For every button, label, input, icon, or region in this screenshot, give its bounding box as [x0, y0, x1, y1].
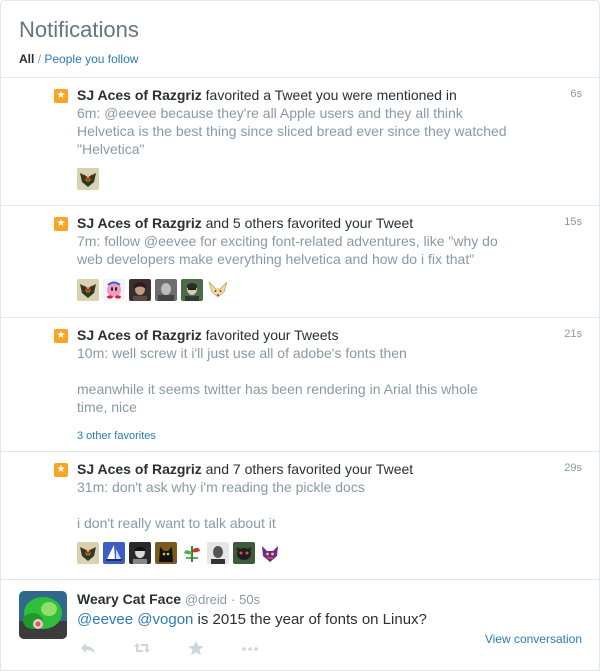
avatar-razgriz-emblem[interactable] [77, 279, 99, 301]
tweet-text-rest: is 2015 the year of fonts on Linux? [193, 611, 427, 628]
notification-action: favorited your Tweets [205, 327, 339, 343]
tweet-line: 10m: well screw it i'll just use all of … [77, 345, 407, 361]
tweet-excerpt[interactable]: 7m: follow @eevee for exciting font-rela… [77, 232, 522, 268]
user-name[interactable]: SJ Aces of Razgriz [77, 327, 202, 343]
other-favorites-link[interactable]: 3 other favorites [77, 430, 156, 442]
filter-separator: / [37, 52, 42, 66]
tweet-actions [79, 640, 295, 658]
avatar-dark-creature[interactable] [233, 542, 255, 564]
avatar-person-bw[interactable] [129, 542, 151, 564]
notification-headline: SJ Aces of Razgriz favorited your Tweets [77, 326, 338, 344]
tweet-excerpt-prefix: 6m: [77, 105, 105, 121]
mention-link[interactable]: @eevee [144, 233, 196, 249]
page-title: Notifications [19, 17, 139, 42]
avatar-kirby[interactable] [103, 279, 125, 301]
notification-item[interactable]: ★ SJ Aces of Razgriz and 5 others favori… [1, 206, 599, 318]
timestamp[interactable]: 6s [570, 88, 582, 100]
avatar-person-gray[interactable] [155, 279, 177, 301]
timestamp[interactable]: 29s [564, 462, 582, 474]
user-name[interactable]: SJ Aces of Razgriz [77, 87, 202, 103]
notifications-panel: Notifications All / People you follow ★ … [0, 0, 600, 671]
star-icon: ★ [54, 217, 68, 231]
mention-link[interactable]: @vogon [137, 611, 193, 628]
tweet-excerpt[interactable]: 6m: @eevee because they're all Apple use… [77, 104, 517, 158]
tweet-excerpt[interactable]: 31m: don't ask why i'm reading the pickl… [77, 478, 517, 532]
mention-link[interactable]: @eevee [104, 105, 156, 121]
tweet-line: i don't really want to talk about it [77, 515, 276, 531]
notifications-header: Notifications All / People you follow [1, 1, 599, 78]
timestamp[interactable]: 21s [564, 328, 582, 340]
notification-item[interactable]: ★ SJ Aces of Razgriz and 7 others favori… [1, 452, 599, 580]
user-name[interactable]: SJ Aces of Razgriz [77, 461, 202, 477]
avatar-person-green[interactable] [181, 279, 203, 301]
avatar-razgriz-emblem[interactable] [77, 168, 99, 190]
avatar-fennec[interactable] [207, 279, 229, 301]
avatar-purple-creature[interactable] [259, 542, 281, 564]
tweet-line: meanwhile it seems twitter has been rend… [77, 381, 478, 415]
notification-filters: All / People you follow [19, 52, 599, 66]
user-name[interactable]: Weary Cat Face [77, 591, 181, 607]
tweet-header: Weary Cat Face @dreid · 50s [77, 590, 260, 609]
avatar-blue-sail[interactable] [103, 542, 125, 564]
favorite-icon[interactable] [187, 640, 241, 658]
retweet-icon[interactable] [133, 640, 187, 658]
notification-headline: SJ Aces of Razgriz and 7 others favorite… [77, 460, 413, 478]
favoriter-avatars [77, 279, 229, 301]
tweet-item[interactable]: Weary Cat Face @dreid · 50s @eevee @vogo… [1, 580, 599, 670]
tweet-line: 31m: don't ask why i'm reading the pickl… [77, 479, 365, 495]
star-icon: ★ [54, 89, 68, 103]
notification-action: and 5 others favorited your Tweet [205, 215, 414, 231]
avatar-green-plant[interactable] [181, 542, 203, 564]
tweet-excerpt[interactable]: 10m: well screw it i'll just use all of … [77, 344, 507, 416]
notification-headline: SJ Aces of Razgriz and 5 others favorite… [77, 214, 413, 232]
avatar-person-dark[interactable] [129, 279, 151, 301]
notification-item[interactable]: ★ SJ Aces of Razgriz favorited a Tweet y… [1, 78, 599, 206]
favoriter-avatars [77, 168, 99, 190]
view-conversation-link[interactable]: View conversation [485, 632, 582, 646]
notification-headline: SJ Aces of Razgriz favorited a Tweet you… [77, 86, 457, 104]
star-icon: ★ [54, 329, 68, 343]
reply-icon[interactable] [79, 640, 133, 658]
notification-action: and 7 others favorited your Tweet [205, 461, 414, 477]
user-name[interactable]: SJ Aces of Razgriz [77, 215, 202, 231]
timestamp[interactable]: 50s [239, 592, 260, 607]
avatar-person-mono[interactable] [207, 542, 229, 564]
filter-people-you-follow[interactable]: People you follow [44, 52, 138, 66]
avatar-razgriz-emblem[interactable] [77, 542, 99, 564]
star-icon: ★ [54, 463, 68, 477]
avatar[interactable] [19, 591, 67, 639]
notification-item[interactable]: ★ SJ Aces of Razgriz favorited your Twee… [1, 318, 599, 452]
user-handle[interactable]: @dreid [185, 592, 227, 607]
tweet-excerpt-prefix: 7m: follow [77, 233, 144, 249]
timestamp[interactable]: 15s [564, 216, 582, 228]
filter-all[interactable]: All [19, 52, 34, 66]
avatar-black-cat[interactable] [155, 542, 177, 564]
mention-link[interactable]: @eevee [77, 611, 133, 628]
tweet-text: @eevee @vogon is 2015 the year of fonts … [77, 610, 427, 630]
separator-dot: · [230, 592, 236, 607]
more-icon[interactable] [241, 640, 295, 658]
notification-action: favorited a Tweet you were mentioned in [205, 87, 457, 103]
favoriter-avatars [77, 542, 281, 564]
